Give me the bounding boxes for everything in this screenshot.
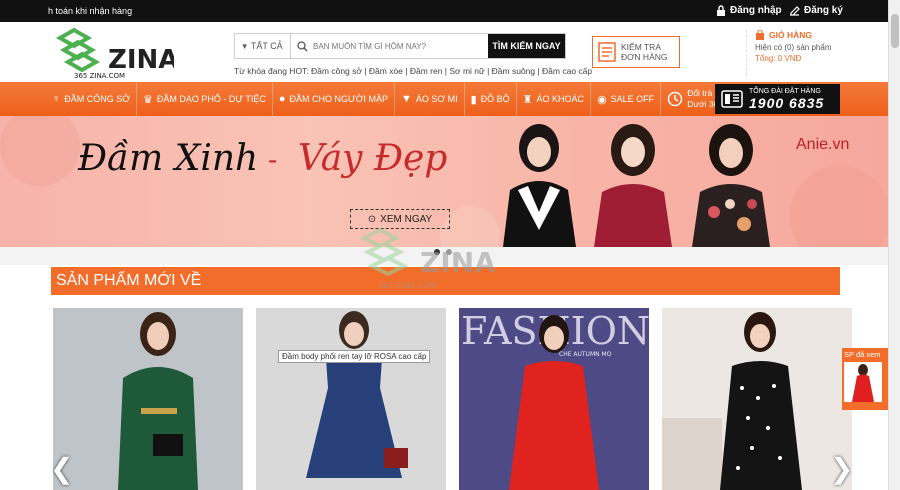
circle-arrow-icon: ⊙ [367, 213, 377, 225]
login-link[interactable]: Đăng nhập [716, 5, 782, 16]
banner-cta-label: XEM NGAY [380, 213, 433, 225]
recently-viewed-thumb[interactable] [844, 362, 882, 402]
recently-viewed-label: SP đã xem [844, 350, 881, 359]
carousel-prev-icon[interactable]: ❮ [50, 452, 73, 485]
dress-icon: ♀ [52, 93, 61, 105]
logo-domain: 365 ZINA.COM [74, 72, 125, 80]
top-bar: h toán khi nhận hàng Đăng nhập Đăng ký [0, 0, 888, 22]
caret-down-icon: ▾ [242, 40, 247, 51]
plus-size-icon: ● [278, 93, 286, 105]
hot-keywords[interactable]: Từ khóa đang HOT: Đầm công sở | Đầm xòe … [234, 66, 592, 76]
recently-viewed-panel[interactable]: SP đã xem [842, 348, 888, 410]
banner-brand: Anie.vn [796, 136, 850, 153]
banner-separator: - [268, 144, 278, 175]
phone-icon [721, 90, 743, 108]
banner-title-part1: Đầm Xinh [78, 138, 259, 179]
product-image-1 [53, 308, 243, 490]
banner-model-3 [692, 124, 770, 247]
nav-item-dam-nguoi-map[interactable]: ● ĐẦM CHO NGƯỜI MẬP [273, 82, 395, 116]
payment-note: h toán khi nhận hàng [48, 6, 133, 16]
recently-viewed-image [852, 364, 874, 402]
nav-item-dam-dao-pho[interactable]: ♛ ĐẦM DẠO PHỐ - DỰ TIỆC [137, 82, 273, 116]
logo-mark: ZINA 365 ZINA.COM [55, 27, 178, 80]
nav-item-ao-khoac[interactable]: ♜ ÁO KHOÁC [517, 82, 592, 116]
login-label: Đăng nhập [730, 5, 782, 16]
shirt-icon: ▼ [400, 93, 412, 105]
banner-model-2 [594, 124, 672, 247]
product-tooltip: Đầm body phối ren tay lỡ ROSA cao cấp [278, 350, 431, 363]
nav-item-sale-off[interactable]: ◉ SALE OFF [591, 82, 662, 116]
nav-item-ao-so-mi[interactable]: ▼ ÁO SƠ MI [395, 82, 465, 116]
search-category-select[interactable]: ▾ TẤT CẢ [235, 34, 291, 58]
cart-widget[interactable]: GIỎ HÀNG Hiện có (0) sản phẩm Tổng: 0 VN… [746, 30, 838, 76]
product-image-2 [256, 308, 446, 490]
page-scrollbar[interactable] [888, 0, 900, 490]
lock-icon [717, 5, 725, 16]
product-card-1[interactable] [53, 308, 243, 490]
track-order-button[interactable]: KIỂM TRA ĐƠN HÀNG [592, 36, 680, 68]
nav-item-label: ĐẦM DẠO PHỐ - DỰ TIỆC [156, 94, 266, 104]
cart-count: Hiện có (0) sản phẩm [755, 43, 832, 52]
banner-model-1 [503, 124, 576, 247]
nav-item-label: ĐẦM CHO NGƯỜI MẬP [289, 94, 388, 104]
banner-title-part2: Váy Đẹp [298, 138, 448, 179]
nav-item-dam-cong-so[interactable]: ♀ ĐẦM CÔNG SỞ [0, 82, 137, 116]
nav-item-label: ĐẦM CÔNG SỞ [64, 94, 130, 104]
search-icon [297, 40, 308, 52]
hotline-number: 1900 6835 [749, 94, 825, 111]
product-card-3[interactable]: FASHION CHE AUTUMN MO [459, 308, 649, 490]
nav-item-label: ÁO KHOÁC [536, 94, 585, 104]
site-logo[interactable]: ZINA 365 ZINA.COM [54, 26, 178, 80]
product-image-3: FASHION CHE AUTUMN MO [459, 308, 649, 490]
search-button[interactable]: TÌM KIẾM NGAY [488, 34, 565, 58]
order-list-icon [598, 42, 616, 62]
search-bar: ▾ TẤT CẢ TÌM KIẾM NGAY [234, 33, 566, 59]
sale-tag-icon: ◉ [597, 93, 607, 106]
watermark-domain: 365 ZINA.COM [378, 281, 436, 290]
party-dress-icon: ♛ [142, 93, 153, 106]
product-card-2[interactable]: Đầm body phối ren tay lỡ ROSA cao cấp [256, 308, 446, 490]
cart-total: Tổng: 0 VNĐ [755, 54, 802, 63]
search-category-label: TẤT CẢ [250, 41, 283, 51]
product-card-4[interactable] [662, 308, 852, 490]
nav-item-label: ĐỒ BỘ [480, 94, 510, 104]
edit-icon [790, 6, 800, 16]
track-order-line2: ĐƠN HÀNG [621, 52, 668, 62]
shopping-bag-icon [756, 30, 764, 40]
product-print-small: CHE AUTUMN MO [559, 351, 612, 358]
watermark-logo: ZINA 365 ZINA.COM [359, 227, 496, 290]
product-image-4 [662, 308, 852, 490]
logo-brand: ZINA [108, 45, 174, 75]
nav-item-do-bo[interactable]: ▮ ĐỒ BỘ [465, 82, 517, 116]
outfit-icon: ▮ [470, 93, 477, 106]
search-input[interactable] [313, 41, 473, 51]
nav-item-label: SALE OFF [610, 94, 655, 104]
track-order-line1: KIỂM TRA [621, 42, 661, 52]
register-label: Đăng ký [804, 5, 843, 16]
watermark-brand: ZINA [420, 246, 496, 279]
hotline-box[interactable]: TỔNG ĐÀI ĐẶT HÀNG 1900 6835 [715, 84, 840, 114]
jacket-icon: ♜ [522, 93, 533, 106]
scrollbar-thumb[interactable] [891, 14, 899, 48]
register-link[interactable]: Đăng ký [789, 5, 843, 16]
clock-icon [667, 91, 683, 107]
nav-item-label: ÁO SƠ MI [415, 94, 458, 104]
hotline-label: TỔNG ĐÀI ĐẶT HÀNG [749, 87, 821, 95]
cart-title: GIỎ HÀNG [769, 30, 812, 40]
carousel-next-icon[interactable]: ❯ [830, 452, 853, 485]
